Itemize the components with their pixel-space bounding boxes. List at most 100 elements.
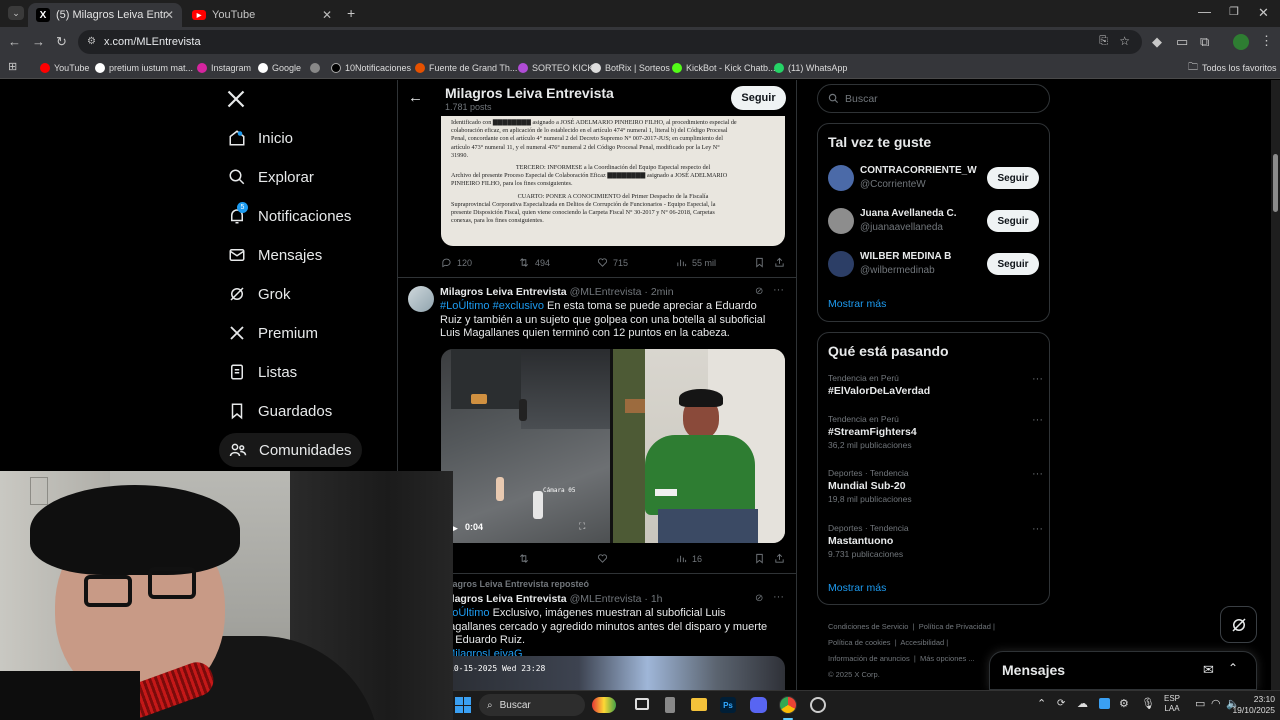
- bookmark-botrix[interactable]: BotRix | Sorteos: [591, 60, 670, 76]
- tab-menu-icon[interactable]: ⌄: [8, 6, 24, 20]
- apps-icon[interactable]: ⊞: [8, 60, 17, 73]
- follow-suggestion[interactable]: Juana Avellaneda C. @juanaavellaneda Seg…: [828, 208, 1043, 238]
- x-logo-icon[interactable]: [226, 89, 246, 109]
- tray-icon[interactable]: [1099, 698, 1110, 709]
- file-explorer-icon[interactable]: [691, 698, 707, 711]
- scrollbar[interactable]: [1271, 80, 1280, 690]
- minimize-icon[interactable]: —: [1198, 4, 1211, 19]
- new-message-icon[interactable]: ✉: [1203, 662, 1214, 678]
- site-info-icon[interactable]: ⚙: [87, 36, 96, 47]
- close-icon[interactable]: ✕: [322, 8, 332, 22]
- follow-button[interactable]: Seguir: [987, 253, 1039, 275]
- grok-floating-button[interactable]: [1220, 606, 1257, 643]
- video-player[interactable]: Cámara 05 ▶ 0:04 ⛶: [441, 349, 785, 543]
- trend-item[interactable]: Tendencia en Perú #ElValorDeLaVerdad ···: [828, 373, 1043, 403]
- search-box[interactable]: Buscar: [817, 84, 1050, 113]
- fullscreen-icon[interactable]: ⛶: [579, 521, 585, 532]
- bookmark-sorteo-kick[interactable]: SORTEO KICK: [518, 60, 593, 76]
- app-icon[interactable]: [810, 697, 826, 713]
- sidebar-item-inicio[interactable]: Inicio: [228, 122, 293, 154]
- bookmark-kickbot[interactable]: KickBot - Kick Chatb...: [672, 60, 776, 76]
- photoshop-icon[interactable]: Ps: [720, 697, 736, 713]
- share-button[interactable]: [774, 257, 790, 268]
- more-options-icon[interactable]: ···: [773, 591, 784, 603]
- windows-start-icon[interactable]: [455, 697, 471, 713]
- bookmark-pretium[interactable]: pretium iustum mat...: [95, 60, 193, 76]
- author-handle[interactable]: @MLEntrevista: [570, 593, 642, 605]
- footer-link[interactable]: Accesibilidad: [900, 638, 944, 647]
- sidebar-item-listas[interactable]: Listas: [228, 356, 297, 388]
- messages-dock[interactable]: Mensajes ✉ ⌃: [989, 651, 1257, 690]
- reload-icon[interactable]: ↻: [56, 34, 67, 50]
- footer-link[interactable]: Política de Privacidad: [919, 622, 991, 631]
- widgets-icon[interactable]: [592, 697, 616, 713]
- avatar[interactable]: [408, 286, 434, 312]
- like-button[interactable]: [597, 553, 613, 564]
- close-icon[interactable]: ✕: [164, 8, 174, 22]
- show-more-link[interactable]: Mostrar más: [828, 582, 886, 594]
- trend-item[interactable]: Deportes · Tendencia Mundial Sub-20 19,8…: [828, 468, 1043, 508]
- forward-icon[interactable]: →: [32, 34, 45, 49]
- mic-icon[interactable]: 🎙: [1141, 697, 1155, 710]
- hashtags[interactable]: #LoÚltimo #exclusivo: [440, 300, 544, 312]
- chevron-up-icon[interactable]: ⌃: [1228, 661, 1238, 675]
- more-options-icon[interactable]: ···: [1032, 468, 1043, 480]
- discord-icon[interactable]: [750, 697, 767, 713]
- footer-link[interactable]: Política de cookies: [828, 638, 891, 647]
- trend-item[interactable]: Deportes · Tendencia Mastantuono 9.731 p…: [828, 523, 1043, 563]
- back-icon[interactable]: ←: [8, 34, 21, 49]
- follow-suggestion[interactable]: CONTRACORRIENTE_W @CcorrienteW Seguir: [828, 165, 1043, 195]
- task-view-icon[interactable]: [635, 698, 649, 710]
- tray-icon[interactable]: ⟳: [1057, 698, 1065, 709]
- tweet-time[interactable]: · 2min: [644, 286, 673, 298]
- repost-label[interactable]: Milagros Leiva Entrevista reposteó: [440, 579, 589, 589]
- bookmark-google[interactable]: Google: [258, 60, 301, 76]
- profile-avatar[interactable]: [1233, 34, 1249, 50]
- sidebar-item-comunidades[interactable]: Comunidades: [219, 433, 362, 467]
- footer-link[interactable]: Condiciones de Servicio: [828, 622, 908, 631]
- more-options-icon[interactable]: ···: [1032, 414, 1043, 426]
- scrollbar-thumb[interactable]: [1273, 154, 1278, 212]
- extension-icon[interactable]: ◆: [1152, 34, 1162, 50]
- bookmark-youtube[interactable]: YouTube: [40, 60, 89, 76]
- show-more-link[interactable]: Mostrar más: [828, 298, 886, 310]
- back-arrow-icon[interactable]: ←: [408, 89, 423, 106]
- extension-icon[interactable]: ▭: [1176, 34, 1188, 50]
- video-player[interactable]: 10-15-2025 Wed 23:28: [441, 656, 785, 690]
- repost-button[interactable]: 494: [518, 257, 550, 268]
- more-options-icon[interactable]: ···: [1032, 373, 1043, 385]
- repost-button[interactable]: [518, 553, 535, 564]
- bookmark-fuente[interactable]: Fuente de Grand Th...: [415, 60, 517, 76]
- footer-link[interactable]: Información de anuncios: [828, 654, 910, 663]
- date[interactable]: 19/10/2025: [1209, 705, 1275, 715]
- tab-milagros[interactable]: X (5) Milagros Leiva Entrevista (@ ✕: [28, 3, 182, 27]
- like-button[interactable]: 715: [597, 257, 628, 268]
- bookmark-button[interactable]: [754, 257, 770, 268]
- reply-button[interactable]: 120: [441, 257, 472, 268]
- author-name[interactable]: Milagros Leiva Entrevista: [440, 286, 567, 298]
- trend-item[interactable]: Tendencia en Perú #StreamFighters4 36,2 …: [828, 414, 1043, 454]
- sidebar-item-grok[interactable]: Grok: [228, 278, 291, 310]
- restore-icon[interactable]: ❐: [1229, 5, 1239, 18]
- views-button[interactable]: 16: [676, 553, 702, 564]
- bookmark-instagram[interactable]: Instagram: [197, 60, 251, 76]
- bookmark-button[interactable]: [754, 553, 770, 564]
- tab-youtube[interactable]: ▶ YouTube ✕: [184, 3, 340, 27]
- chrome-icon[interactable]: [779, 696, 797, 714]
- sidebar-item-mensajes[interactable]: Mensajes: [228, 239, 322, 271]
- tray-icon[interactable]: ⚙: [1119, 697, 1129, 710]
- document-image[interactable]: Identificado con ▇▇▇▇▇▇▇▇ asignado a JOS…: [441, 116, 785, 246]
- cloud-icon[interactable]: ☁: [1077, 697, 1088, 710]
- more-icon[interactable]: ⋮: [1260, 33, 1273, 49]
- new-tab-icon[interactable]: +: [347, 5, 355, 21]
- more-options-icon[interactable]: ···: [1032, 523, 1043, 535]
- clock[interactable]: 23:10: [1245, 694, 1275, 705]
- grok-icon[interactable]: ⊘: [755, 593, 763, 604]
- install-icon[interactable]: ⎘: [1099, 35, 1108, 48]
- star-icon[interactable]: ☆: [1119, 34, 1130, 48]
- bookmark-10notificaciones[interactable]: 10Notificaciones: [331, 60, 411, 76]
- footer-link[interactable]: Más opciones ...: [920, 654, 975, 663]
- follow-button[interactable]: Seguir: [987, 167, 1039, 189]
- address-bar[interactable]: ⚙ x.com/MLEntrevista ⎘ ☆: [78, 30, 1142, 54]
- views-button[interactable]: 55 mil: [676, 257, 716, 268]
